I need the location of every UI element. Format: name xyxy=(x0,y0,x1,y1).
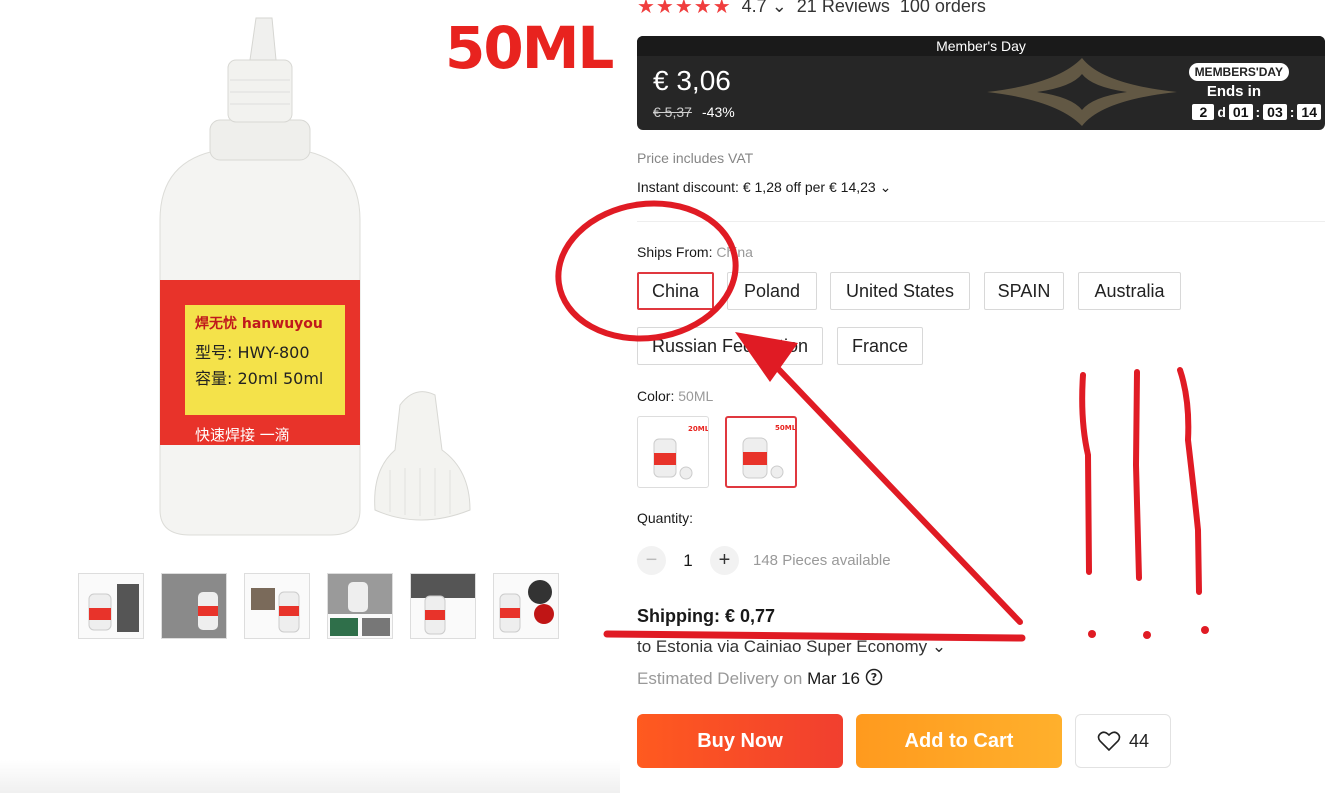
members-day-badge: MEMBERS'DAY xyxy=(1188,63,1289,81)
original-price: € 5,37 xyxy=(653,104,692,120)
annotation-exclaim-2 xyxy=(1132,369,1142,581)
wishlist-button[interactable]: 44 xyxy=(1075,714,1171,768)
star-rating-icon: ★★★★★ xyxy=(637,0,732,18)
add-to-cart-button[interactable]: Add to Cart xyxy=(856,714,1062,768)
vat-note: Price includes VAT xyxy=(637,150,754,166)
quantity-label: Quantity: xyxy=(637,510,694,526)
orders-count: 100 orders xyxy=(899,0,986,16)
ships-option-spain[interactable]: SPAIN xyxy=(984,272,1064,310)
svg-text:50ML: 50ML xyxy=(775,424,795,432)
sale-price: € 3,06 xyxy=(653,65,731,96)
quantity-decrease-button[interactable]: − xyxy=(637,546,666,575)
color-option-20ml[interactable]: 20ML xyxy=(637,416,709,488)
pieces-available: 148 Pieces available xyxy=(753,552,891,569)
glue-bottle-illustration: 焊无忧 hanwuyou 型号: HWY-800 容量: 20ml 50ml 快… xyxy=(159,17,471,536)
countdown-seconds: 14 xyxy=(1297,104,1321,120)
color-option-50ml[interactable]: 50ML xyxy=(725,416,797,488)
ships-from-selected: China xyxy=(716,244,753,260)
annotation-dot-2 xyxy=(1143,631,1151,639)
bottle-thumbnail-icon: 50ML xyxy=(742,424,795,479)
shipping-cost: Shipping: € 0,77 xyxy=(637,606,776,626)
ships-option-australia[interactable]: Australia xyxy=(1078,272,1181,310)
members-day-banner: Member's Day € 3,06 € 5,37 -43% MEMBERS'… xyxy=(637,36,1325,130)
instant-discount[interactable]: Instant discount: € 1,28 off per € 14,23… xyxy=(637,179,891,196)
annotation-arrow-shaft xyxy=(762,352,1023,625)
color-selected: 50ML xyxy=(678,388,714,404)
rating-score[interactable]: 4.7 ⌄ xyxy=(742,0,787,17)
help-icon[interactable]: ? xyxy=(865,668,883,686)
chevron-down-icon: ⌄ xyxy=(879,179,892,195)
thumbnail-5[interactable] xyxy=(410,573,476,639)
annotation-exclaim-3 xyxy=(1177,367,1202,595)
product-main-image[interactable]: 焊无忧 hanwuyou 型号: HWY-800 容量: 20ml 50ml 快… xyxy=(60,0,620,560)
thumbnail-6[interactable] xyxy=(493,573,559,639)
ships-option-france[interactable]: France xyxy=(837,327,923,365)
chevron-down-icon: ⌄ xyxy=(771,0,787,16)
delivery-date: Mar 16 xyxy=(807,669,860,688)
heart-icon xyxy=(1097,731,1121,752)
quantity-increase-button[interactable]: + xyxy=(710,546,739,575)
ships-option-russian-federation[interactable]: Russian Federation xyxy=(637,327,823,365)
countdown-separator: : xyxy=(1255,104,1261,120)
thumbnail-3[interactable] xyxy=(244,573,310,639)
countdown-separator: : xyxy=(1289,104,1295,120)
svg-text:?: ? xyxy=(871,671,877,684)
thumbnail-1[interactable] xyxy=(78,573,144,639)
ends-in-label: Ends in xyxy=(1206,83,1261,100)
svg-text:型号: HWY-800: 型号: HWY-800 xyxy=(195,343,310,362)
thumbnail-strip xyxy=(78,573,559,639)
ships-option-united-states[interactable]: United States xyxy=(830,272,970,310)
countdown-days-unit: d xyxy=(1217,104,1226,120)
estimated-delivery: Estimated Delivery on Mar 16 ? xyxy=(637,668,883,689)
reviews-link[interactable]: 21 Reviews xyxy=(797,0,890,17)
svg-text:容量: 20ml 50ml: 容量: 20ml 50ml xyxy=(195,369,323,388)
discount-percent: -43% xyxy=(702,104,735,120)
star-decoration-icon xyxy=(987,58,1177,126)
countdown-timer: 2 d 01 : 03 : 14 xyxy=(1192,104,1321,120)
ships-option-poland[interactable]: Poland xyxy=(727,272,817,310)
countdown-minutes: 03 xyxy=(1263,104,1287,120)
annotation-dot-3 xyxy=(1201,626,1209,634)
quantity-value[interactable]: 1 xyxy=(678,551,698,571)
quantity-stepper: − 1 + 148 Pieces available xyxy=(637,546,891,575)
scroll-fade xyxy=(0,760,620,793)
divider xyxy=(637,221,1325,222)
ships-from-label: Ships From: China xyxy=(637,244,753,260)
annotation-exclaim-1 xyxy=(1079,372,1092,575)
shipping-method[interactable]: to Estonia via Cainiao Super Economy ⌄ xyxy=(637,637,946,657)
rating-row: ★★★★★ 4.7 ⌄ 21 Reviews 100 orders xyxy=(637,0,986,19)
thumbnail-2[interactable] xyxy=(161,573,227,639)
banner-title: Member's Day xyxy=(637,36,1325,56)
countdown-hours: 01 xyxy=(1228,104,1253,120)
buy-now-button[interactable]: Buy Now xyxy=(637,714,843,768)
wishlist-count: 44 xyxy=(1128,730,1150,751)
svg-text:焊无忧 hanwuyou: 焊无忧 hanwuyou xyxy=(195,315,323,332)
color-label: Color: 50ML xyxy=(637,388,714,404)
annotation-dot-1 xyxy=(1088,630,1096,638)
ships-option-china[interactable]: China xyxy=(637,272,714,310)
image-promo-text: 50ML xyxy=(445,14,614,82)
svg-text:快速焊接 一滴: 快速焊接 一滴 xyxy=(195,426,290,444)
thumbnail-4[interactable] xyxy=(327,573,393,639)
countdown-days: 2 xyxy=(1192,104,1215,120)
svg-text:20ML: 20ML xyxy=(688,425,708,433)
bottle-thumbnail-icon: 20ML xyxy=(653,425,708,480)
chevron-down-icon: ⌄ xyxy=(931,637,947,656)
